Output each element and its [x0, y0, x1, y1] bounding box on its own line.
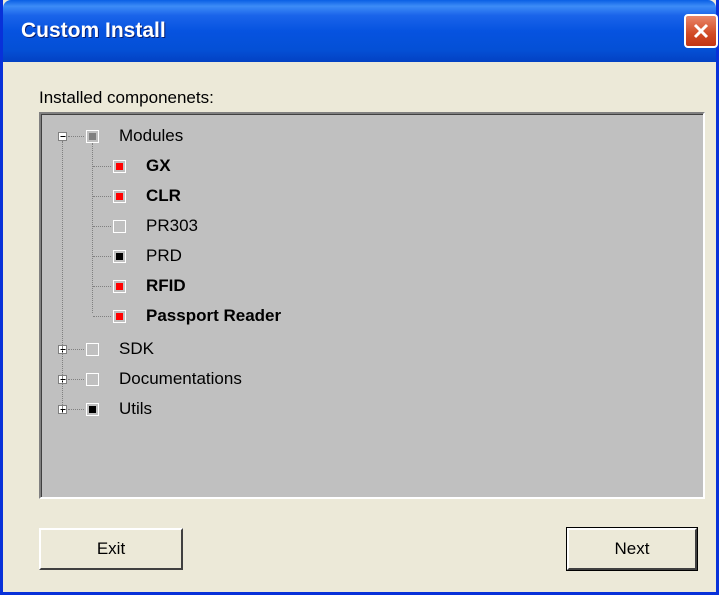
- custom-install-window: Custom Install Installed componenets: Mo…: [0, 0, 719, 595]
- title-bar[interactable]: Custom Install: [3, 0, 718, 62]
- tree-connector: [93, 316, 111, 317]
- documentations-checkbox[interactable]: [86, 373, 99, 386]
- module-check-mark: [116, 313, 123, 320]
- collapse-modules-icon[interactable]: [58, 132, 67, 141]
- close-button[interactable]: [684, 14, 718, 48]
- documentations-check-mark: [89, 376, 96, 383]
- tree-item-utils[interactable]: Utils: [119, 399, 152, 419]
- module-check-mark: [116, 283, 123, 290]
- components-tree-content: Modules SDK Documentations Utils GX CLR …: [41, 114, 703, 497]
- module-checkbox[interactable]: [113, 190, 126, 203]
- modules-checkbox[interactable]: [86, 130, 99, 143]
- tree-item-documentations[interactable]: Documentations: [119, 369, 242, 389]
- tree-connector: [68, 349, 84, 350]
- tree-item-sdk[interactable]: SDK: [119, 339, 154, 359]
- modules-check-mark: [89, 133, 96, 140]
- module-checkbox[interactable]: [113, 310, 126, 323]
- tree-item-modules[interactable]: Modules: [119, 126, 183, 146]
- utils-check-mark: [89, 406, 96, 413]
- tree-connector: [68, 409, 84, 410]
- tree-root-line: [62, 141, 63, 409]
- installed-components-label: Installed componenets:: [39, 88, 214, 107]
- module-checkbox[interactable]: [113, 250, 126, 263]
- sdk-checkbox[interactable]: [86, 343, 99, 356]
- sdk-check-mark: [89, 346, 96, 353]
- exit-button[interactable]: Exit: [39, 528, 183, 570]
- module-check-mark: [116, 193, 123, 200]
- module-check-mark: [116, 163, 123, 170]
- tree-connector: [68, 136, 84, 137]
- tree-connector: [68, 379, 84, 380]
- tree-connector: [93, 166, 111, 167]
- tree-item-module[interactable]: CLR: [146, 186, 181, 206]
- module-checkbox[interactable]: [113, 220, 126, 233]
- tree-modules-line: [92, 143, 93, 313]
- window-title: Custom Install: [21, 19, 166, 42]
- utils-checkbox[interactable]: [86, 403, 99, 416]
- tree-connector: [93, 196, 111, 197]
- tree-connector: [93, 226, 111, 227]
- module-checkbox[interactable]: [113, 160, 126, 173]
- module-check-mark: [116, 253, 123, 260]
- tree-item-module[interactable]: Passport Reader: [146, 306, 281, 326]
- tree-connector: [93, 256, 111, 257]
- tree-item-module[interactable]: RFID: [146, 276, 186, 296]
- close-icon: [693, 23, 709, 39]
- tree-item-module[interactable]: GX: [146, 156, 171, 176]
- components-tree[interactable]: Modules SDK Documentations Utils GX CLR …: [39, 112, 705, 499]
- module-check-mark: [116, 223, 123, 230]
- tree-item-module[interactable]: PRD: [146, 246, 182, 266]
- module-checkbox[interactable]: [113, 280, 126, 293]
- tree-item-module[interactable]: PR303: [146, 216, 198, 236]
- tree-connector: [93, 286, 111, 287]
- next-button[interactable]: Next: [566, 527, 698, 571]
